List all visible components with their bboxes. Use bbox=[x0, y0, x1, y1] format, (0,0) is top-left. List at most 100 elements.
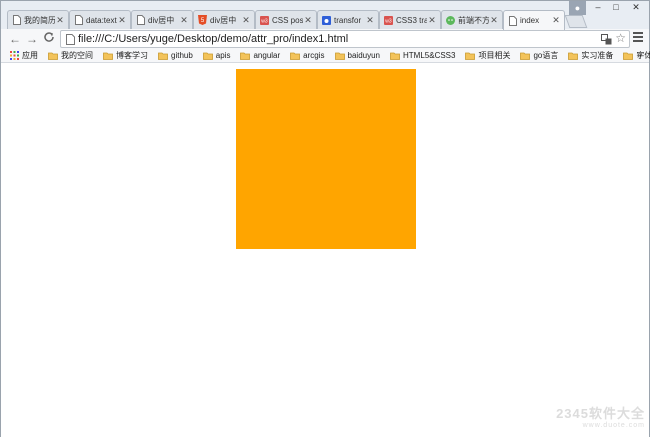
tab-close-icon[interactable]: ✕ bbox=[551, 15, 561, 26]
folder-icon bbox=[623, 52, 634, 60]
tab-label: 我的简历 bbox=[24, 15, 55, 25]
page-viewport: 2345软件大全 www.duote.com bbox=[1, 63, 649, 437]
tab-label: CSS3 tra bbox=[396, 15, 427, 25]
tab-2[interactable]: data:text ✕ bbox=[69, 10, 131, 29]
bookmarks-bar: 应用 我的空间 博客学习 github apis angular arcgis baiduy… bbox=[1, 49, 650, 63]
tab-label: CSS posi bbox=[272, 15, 303, 25]
watermark-line1: 2345软件大全 bbox=[556, 406, 645, 421]
window-controls: ● – □ ✕ bbox=[569, 1, 647, 16]
minimize-button[interactable]: – bbox=[589, 1, 607, 15]
svg-text:w3: w3 bbox=[261, 18, 268, 24]
tab-1[interactable]: 我的简历 ✕ bbox=[7, 10, 69, 29]
forward-button[interactable]: → bbox=[24, 31, 40, 47]
translate-icon[interactable] bbox=[601, 34, 612, 45]
page-icon bbox=[66, 34, 75, 45]
tab-close-icon[interactable]: ✕ bbox=[489, 15, 499, 26]
reload-button[interactable] bbox=[41, 31, 57, 47]
bookmark-folder-label: 项目相关 bbox=[478, 51, 511, 60]
watermark-line2: www.duote.com bbox=[582, 422, 645, 429]
html5-icon: 5 bbox=[198, 15, 207, 25]
folder-icon bbox=[520, 52, 531, 60]
tab-label: data:text bbox=[86, 15, 117, 25]
back-button[interactable]: ← bbox=[7, 31, 23, 47]
watermark: 2345软件大全 www.duote.com bbox=[556, 403, 645, 429]
tab-6[interactable]: transfor ✕ bbox=[317, 10, 379, 29]
menu-icon[interactable] bbox=[633, 32, 643, 44]
page-icon bbox=[74, 15, 83, 25]
bookmark-folder-label: go语言 bbox=[533, 51, 559, 60]
browser-window: 我的简历 ✕ data:text ✕ div居中 ✕ 5 div居中 ✕ w3 CSS posi ✕ t… bbox=[0, 0, 650, 437]
bookmark-folder-label: arcgis bbox=[303, 51, 325, 60]
bookmark-folder-label: apis bbox=[215, 51, 231, 60]
folder-icon bbox=[290, 52, 301, 60]
bookmark-apps-label: 应用 bbox=[22, 51, 38, 60]
bookmark-folder-5[interactable]: angular bbox=[240, 51, 280, 60]
bookmark-folder-2[interactable]: 博客学习 bbox=[103, 50, 148, 61]
tab-close-icon[interactable]: ✕ bbox=[427, 15, 437, 26]
page-icon bbox=[508, 15, 517, 26]
close-window-button[interactable]: ✕ bbox=[625, 1, 647, 15]
w3-icon: w3 bbox=[384, 15, 393, 25]
tab-strip: 我的简历 ✕ data:text ✕ div居中 ✕ 5 div居中 ✕ w3 CSS posi ✕ t… bbox=[1, 1, 649, 30]
tab-5[interactable]: w3 CSS posi ✕ bbox=[255, 10, 317, 29]
tab-close-icon[interactable]: ✕ bbox=[241, 15, 251, 26]
tab-list: 我的简历 ✕ data:text ✕ div居中 ✕ 5 div居中 ✕ w3 CSS posi ✕ t… bbox=[7, 10, 588, 30]
bookmark-folder-6[interactable]: arcgis bbox=[290, 51, 325, 60]
bookmark-folder-label: baiduyun bbox=[347, 51, 380, 60]
address-url[interactable]: file:///C:/Users/yuge/Desktop/demo/attr_… bbox=[78, 33, 348, 45]
tab-9[interactable]: index ✕ bbox=[503, 10, 565, 30]
folder-icon bbox=[240, 52, 251, 60]
bookmarks-overflow-button[interactable]: » bbox=[637, 50, 642, 60]
bookmark-folder-label: 博客学习 bbox=[116, 51, 148, 60]
tab-close-icon[interactable]: ✕ bbox=[303, 15, 313, 26]
w3-icon: w3 bbox=[260, 15, 269, 25]
tab-8[interactable]: 前端不方 ✕ bbox=[441, 10, 503, 29]
orange-square bbox=[236, 69, 416, 249]
bookmark-folder-8[interactable]: HTML5&CSS3 bbox=[390, 51, 455, 60]
bookmark-folder-label: 我的空间 bbox=[61, 51, 93, 60]
bookmark-folder-label: HTML5&CSS3 bbox=[403, 51, 456, 60]
folder-icon bbox=[158, 52, 168, 60]
page-icon bbox=[136, 15, 145, 25]
bookmark-star-icon[interactable]: ☆ bbox=[615, 31, 626, 45]
tab-close-icon[interactable]: ✕ bbox=[55, 15, 65, 26]
bookmark-folder-7[interactable]: baiduyun bbox=[334, 51, 380, 60]
tab-label: transfor bbox=[334, 15, 362, 25]
bookmark-folder-4[interactable]: apis bbox=[202, 51, 231, 60]
folder-icon bbox=[48, 52, 58, 60]
user-profile-icon[interactable]: ● bbox=[569, 1, 586, 15]
address-bar[interactable]: file:///C:/Users/yuge/Desktop/demo/attr_… bbox=[60, 30, 630, 48]
page-icon bbox=[12, 15, 21, 25]
browser-toolbar: ← → file:///C:/Users/yuge/Desktop/demo/a… bbox=[1, 29, 649, 49]
tab-close-icon[interactable]: ✕ bbox=[179, 15, 189, 26]
bookmark-folder-11[interactable]: 实习准备 bbox=[568, 50, 613, 61]
tab-4[interactable]: 5 div居中 ✕ bbox=[193, 10, 255, 29]
svg-text:w3: w3 bbox=[385, 18, 392, 24]
bookmark-folder-label: 实习准备 bbox=[581, 51, 614, 60]
tab-3[interactable]: div居中 ✕ bbox=[131, 10, 193, 29]
apps-icon bbox=[10, 51, 19, 60]
tab-label: 前端不方 bbox=[458, 15, 489, 25]
tab-close-icon[interactable]: ✕ bbox=[117, 15, 127, 26]
new-tab-button[interactable] bbox=[564, 15, 588, 28]
bookmark-apps[interactable]: 应用 bbox=[10, 50, 38, 61]
reload-icon bbox=[44, 32, 54, 42]
maximize-button[interactable]: □ bbox=[607, 1, 625, 15]
folder-icon bbox=[465, 52, 476, 60]
bookmark-folder-10[interactable]: go语言 bbox=[520, 50, 558, 61]
folder-icon bbox=[202, 52, 213, 60]
bookmark-folder-9[interactable]: 项目相关 bbox=[465, 50, 510, 61]
bookmark-folder-1[interactable]: 我的空间 bbox=[48, 50, 93, 61]
bookmark-folder-label: github bbox=[171, 51, 193, 60]
bookmark-folder-label: angular bbox=[253, 51, 281, 60]
folder-icon bbox=[103, 52, 113, 60]
tab-label: div居中 bbox=[148, 15, 175, 25]
folder-icon bbox=[568, 52, 579, 60]
tab-close-icon[interactable]: ✕ bbox=[365, 15, 375, 26]
green-icon bbox=[446, 15, 455, 25]
tab-label: index bbox=[520, 16, 540, 25]
bookmark-folder-3[interactable]: github bbox=[158, 51, 193, 60]
tab-7[interactable]: w3 CSS3 tra ✕ bbox=[379, 10, 441, 29]
folder-icon bbox=[334, 52, 345, 60]
baidu-icon bbox=[322, 15, 331, 25]
